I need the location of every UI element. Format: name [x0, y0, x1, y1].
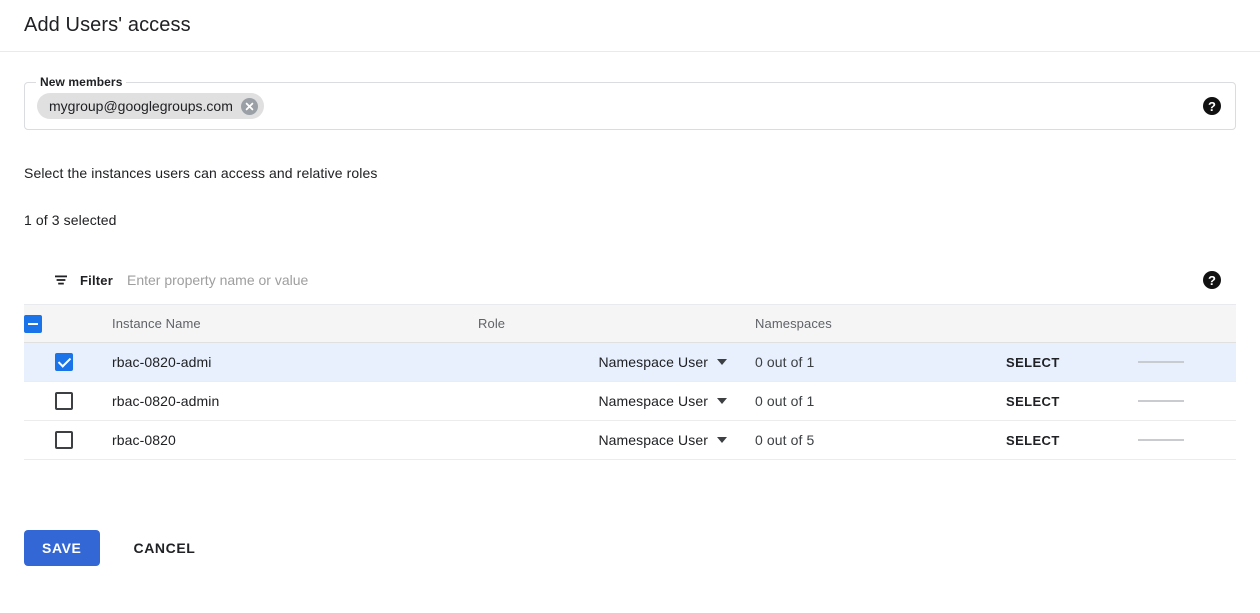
row-checkbox-cell: [24, 421, 104, 460]
role-dropdown[interactable]: Namespace User: [598, 354, 727, 370]
cell-instance-name: rbac-0820-admi: [104, 343, 478, 382]
page-header: Add Users' access: [0, 0, 1260, 52]
member-chip-label: mygroup@googlegroups.com: [49, 98, 233, 114]
instructions-text: Select the instances users can access an…: [24, 165, 377, 181]
namespaces-value: 0 out of 1: [755, 393, 814, 409]
cell-select: SELECT: [1006, 343, 1126, 382]
help-icon[interactable]: ?: [1203, 97, 1221, 115]
role-value-label: Namespace User: [598, 354, 708, 370]
page-title: Add Users' access: [24, 14, 191, 37]
namespaces-value: 0 out of 1: [755, 354, 814, 370]
column-header-role[interactable]: Role: [478, 305, 755, 343]
cell-select: SELECT: [1006, 382, 1126, 421]
namespaces-value: 0 out of 5: [755, 432, 814, 448]
column-header-tail: [1126, 305, 1236, 343]
row-checkbox[interactable]: [55, 431, 73, 449]
cell-namespaces: 0 out of 1: [755, 343, 1006, 382]
cell-select: SELECT: [1006, 421, 1126, 460]
chevron-down-icon: [717, 359, 727, 365]
cell-namespaces: 0 out of 5: [755, 421, 1006, 460]
add-users-access-page: Add Users' access New members mygroup@go…: [0, 0, 1260, 613]
column-header-namespaces[interactable]: Namespaces: [755, 305, 1006, 343]
role-dropdown[interactable]: Namespace User: [598, 432, 727, 448]
chevron-down-icon: [717, 437, 727, 443]
cell-tail: [1126, 382, 1236, 421]
chevron-down-icon: [717, 398, 727, 404]
cell-role: Namespace User: [478, 343, 755, 382]
filter-input[interactable]: [127, 272, 627, 288]
table-body: rbac-0820-admi Namespace User 0 out of 1…: [24, 343, 1236, 460]
save-button[interactable]: SAVE: [24, 530, 100, 566]
role-value-label: Namespace User: [598, 432, 708, 448]
column-header-select: [1006, 305, 1126, 343]
cell-role: Namespace User: [478, 382, 755, 421]
role-dropdown[interactable]: Namespace User: [598, 393, 727, 409]
table-row[interactable]: rbac-0820-admi Namespace User 0 out of 1…: [24, 343, 1236, 382]
role-value-label: Namespace User: [598, 393, 708, 409]
row-checkbox-cell: [24, 382, 104, 421]
selected-count-text: 1 of 3 selected: [24, 212, 117, 228]
help-icon[interactable]: ?: [1203, 271, 1221, 289]
row-checkbox[interactable]: [55, 353, 73, 371]
filter-label: Filter: [80, 273, 113, 288]
select-button[interactable]: SELECT: [1006, 355, 1060, 370]
cell-instance-name: rbac-0820: [104, 421, 478, 460]
select-all-header-cell: [24, 305, 104, 343]
member-chip[interactable]: mygroup@googlegroups.com: [37, 93, 264, 119]
close-circle-icon[interactable]: [241, 98, 258, 115]
table-row[interactable]: rbac-0820 Namespace User 0 out of 5 SELE…: [24, 421, 1236, 460]
row-checkbox[interactable]: [55, 392, 73, 410]
filter-icon[interactable]: [52, 271, 70, 289]
cell-tail: [1126, 343, 1236, 382]
column-header-instance-name[interactable]: Instance Name: [104, 305, 478, 343]
cell-role: Namespace User: [478, 421, 755, 460]
new-members-label: New members: [36, 75, 126, 89]
table-header: Instance Name Role Namespaces: [24, 305, 1236, 343]
instances-table: Instance Name Role Namespaces rbac-0820-…: [24, 304, 1236, 460]
select-all-checkbox[interactable]: [24, 315, 42, 333]
filter-bar: Filter ?: [24, 256, 1236, 304]
cancel-button[interactable]: CANCEL: [124, 530, 206, 566]
table-header-row: Instance Name Role Namespaces: [24, 305, 1236, 343]
select-button[interactable]: SELECT: [1006, 394, 1060, 409]
instances-table-card: Filter ? Instance Name Role Namespaces: [24, 256, 1236, 460]
cell-namespaces: 0 out of 1: [755, 382, 1006, 421]
table-row[interactable]: rbac-0820-admin Namespace User 0 out of …: [24, 382, 1236, 421]
footer-actions: SAVE CANCEL: [24, 530, 205, 566]
row-checkbox-cell: [24, 343, 104, 382]
new-members-field[interactable]: New members mygroup@googlegroups.com ?: [24, 82, 1236, 130]
select-button[interactable]: SELECT: [1006, 433, 1060, 448]
cell-tail: [1126, 421, 1236, 460]
cell-instance-name: rbac-0820-admin: [104, 382, 478, 421]
